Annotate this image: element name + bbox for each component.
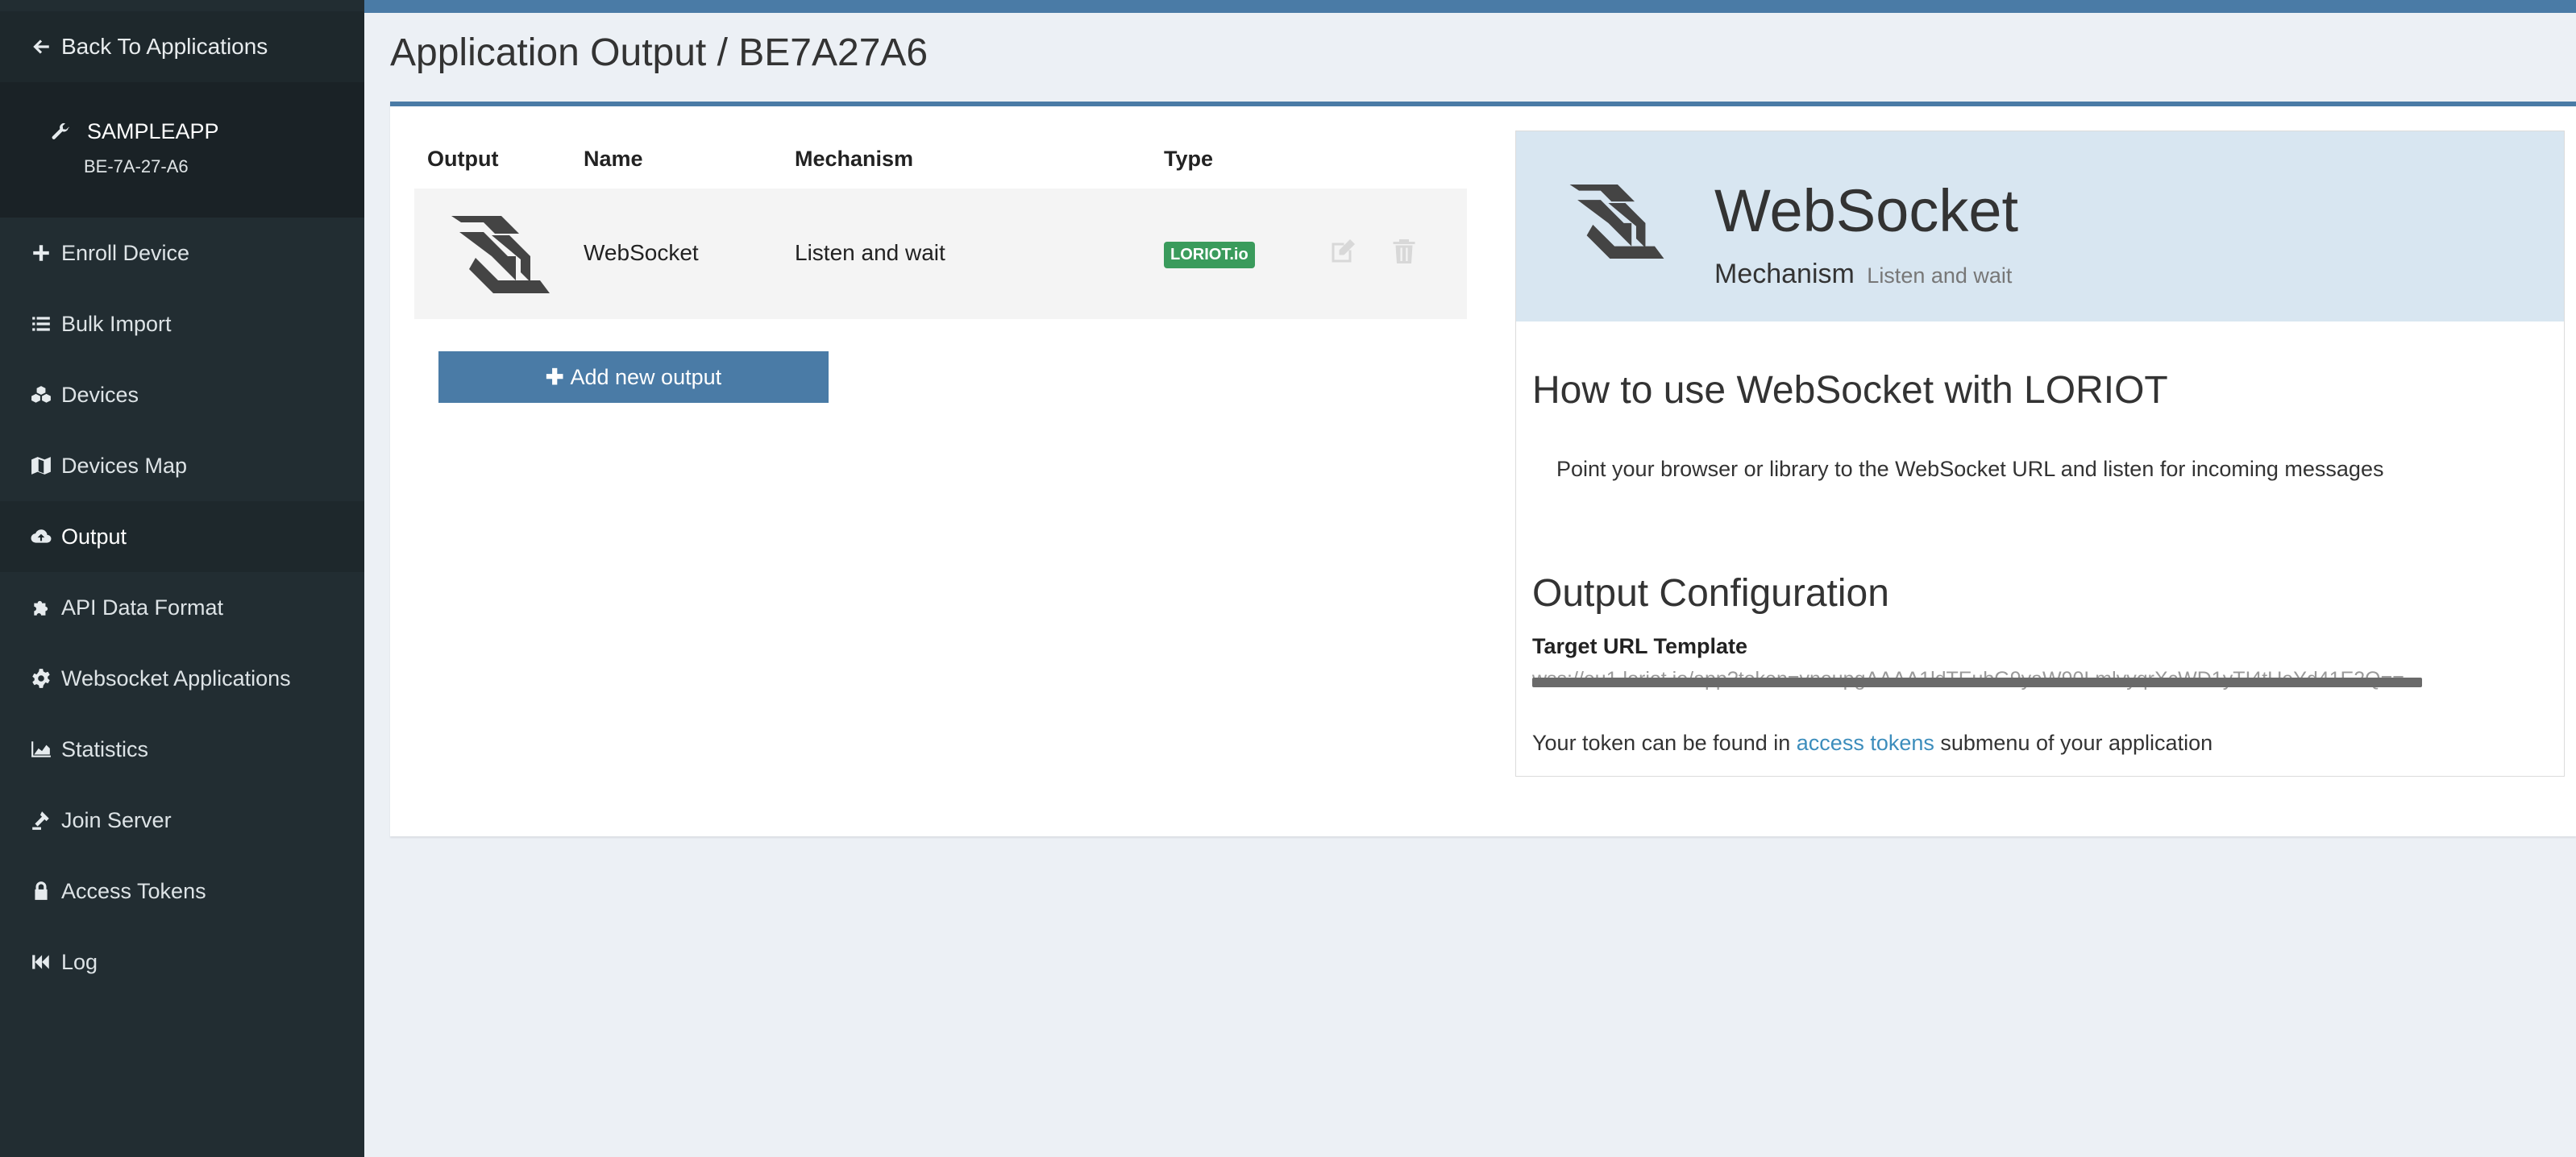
sidebar-item-label: Output bbox=[61, 524, 127, 549]
sidebar-item-websocket-applications[interactable]: Websocket Applications bbox=[0, 643, 364, 714]
sidebar-item-statistics[interactable]: Statistics bbox=[0, 714, 364, 785]
cubes-icon bbox=[29, 383, 53, 407]
mechanism-value: Listen and wait bbox=[1867, 263, 2013, 288]
sidebar-item-label: Bulk Import bbox=[61, 311, 172, 336]
output-mechanism: Listen and wait bbox=[795, 240, 945, 265]
trash-icon[interactable] bbox=[1390, 237, 1419, 272]
puzzle-icon bbox=[29, 595, 53, 620]
access-tokens-link[interactable]: access tokens bbox=[1797, 731, 1934, 755]
column-header-mechanism: Mechanism bbox=[795, 147, 914, 171]
sidebar-item-label: Log bbox=[61, 949, 98, 974]
area-chart-icon bbox=[29, 737, 53, 761]
sidebar-item-label: Websocket Applications bbox=[61, 666, 291, 690]
sidebar-item-output[interactable]: Output bbox=[0, 501, 364, 572]
sidebar-item-label: Devices Map bbox=[61, 453, 188, 478]
sidebar-nav: Enroll Device Bulk Import Devices Device… bbox=[0, 218, 364, 997]
table-row[interactable]: WebSocket Listen and wait LORIOT.io bbox=[414, 189, 1467, 319]
edit-icon[interactable] bbox=[1328, 237, 1357, 272]
sidebar-item-label: Devices bbox=[61, 382, 139, 407]
arrow-left-icon bbox=[29, 35, 53, 59]
gear-icon bbox=[29, 666, 53, 690]
redaction-strike bbox=[1532, 678, 2422, 687]
map-icon bbox=[29, 454, 53, 478]
panel-title: WebSocket bbox=[1714, 177, 2019, 244]
gavel-icon bbox=[29, 808, 53, 832]
outputs-table-header: Output Name Mechanism Type bbox=[414, 143, 1467, 185]
column-header-name: Name bbox=[584, 147, 643, 171]
back-label: Back To Applications bbox=[61, 34, 268, 59]
sidebar-item-api-data-format[interactable]: API Data Format bbox=[0, 572, 364, 643]
token-hint-suffix: submenu of your application bbox=[1940, 731, 2213, 755]
back-to-applications-link[interactable]: Back To Applications bbox=[0, 11, 364, 82]
sidebar-item-label: Access Tokens bbox=[61, 878, 206, 903]
app-info: SAMPLEAPP BE-7A-27-A6 bbox=[0, 82, 364, 218]
sidebar-item-label: API Data Format bbox=[61, 595, 224, 620]
target-url-label: Target URL Template bbox=[1532, 634, 1748, 658]
column-header-type: Type bbox=[1164, 147, 1214, 171]
sidebar-item-access-tokens[interactable]: Access Tokens bbox=[0, 856, 364, 927]
sidebar-item-devices[interactable]: Devices bbox=[0, 359, 364, 430]
sidebar-item-join-server[interactable]: Join Server bbox=[0, 785, 364, 856]
lock-icon bbox=[29, 879, 53, 903]
token-hint: Your token can be found in access tokens… bbox=[1532, 731, 2212, 756]
mechanism-label: Mechanism bbox=[1714, 259, 1855, 289]
howto-heading: How to use WebSocket with LORIOT bbox=[1532, 369, 2168, 412]
wrench-icon bbox=[48, 120, 73, 144]
list-icon bbox=[29, 312, 53, 336]
top-accent-bar bbox=[364, 0, 2576, 13]
add-button-label: Add new output bbox=[570, 364, 722, 389]
app-id: BE-7A-27-A6 bbox=[84, 156, 189, 176]
sidebar-item-log[interactable]: Log bbox=[0, 927, 364, 997]
sidebar-item-label: Statistics bbox=[61, 736, 149, 761]
sidebar: Back To Applications SAMPLEAPP BE-7A-27-… bbox=[0, 0, 364, 1157]
sidebar-item-label: Enroll Device bbox=[61, 240, 190, 265]
column-header-output: Output bbox=[427, 147, 499, 171]
output-name: WebSocket bbox=[584, 240, 699, 265]
howto-text: Point your browser or library to the Web… bbox=[1556, 457, 2384, 481]
page-title: Application Output / BE7A27A6 bbox=[390, 31, 929, 74]
sidebar-item-bulk-import[interactable]: Bulk Import bbox=[0, 288, 364, 359]
websocket-logo-icon bbox=[451, 216, 550, 299]
plus-icon: ✚ bbox=[545, 364, 564, 389]
app-name: SAMPLEAPP bbox=[87, 119, 219, 143]
sidebar-item-devices-map[interactable]: Devices Map bbox=[0, 430, 364, 501]
plus-icon bbox=[29, 241, 53, 265]
fast-backward-icon bbox=[29, 950, 53, 974]
panel-header: WebSocket Mechanism Listen and wait bbox=[1516, 131, 2564, 321]
sidebar-item-label: Join Server bbox=[61, 807, 172, 832]
cloud-upload-icon bbox=[29, 525, 53, 549]
sidebar-item-enroll-device[interactable]: Enroll Device bbox=[0, 218, 364, 288]
output-detail-panel: WebSocket Mechanism Listen and wait How … bbox=[1515, 131, 2565, 777]
config-heading: Output Configuration bbox=[1532, 572, 1889, 615]
websocket-logo-icon bbox=[1569, 185, 1664, 263]
add-new-output-button[interactable]: ✚ Add new output bbox=[438, 351, 829, 403]
panel-mechanism: Mechanism Listen and wait bbox=[1714, 259, 2012, 290]
token-hint-prefix: Your token can be found in bbox=[1532, 731, 1791, 755]
type-badge: LORIOT.io bbox=[1164, 242, 1255, 268]
